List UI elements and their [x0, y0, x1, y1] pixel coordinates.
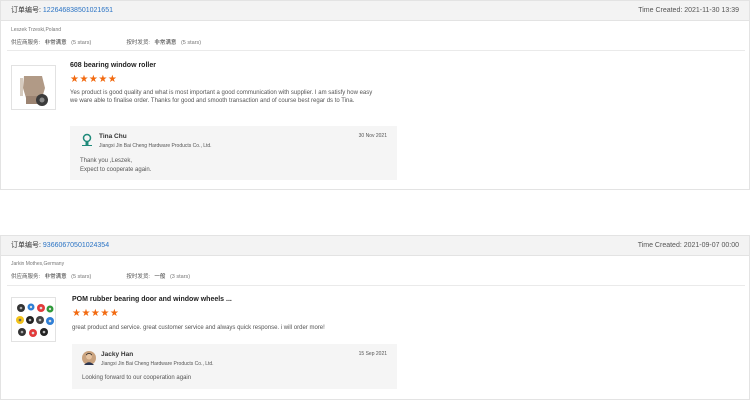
product-rating-stars: ★★★★★ — [72, 308, 120, 319]
reply-company: Jiangxi Jin Bai Cheng Hardware Products … — [99, 143, 212, 149]
supplier-service-stars: (5 stars) — [71, 274, 92, 280]
supplier-reply: Tina Chu Jiangxi Jin Bai Cheng Hardware … — [70, 126, 397, 180]
reply-text-line-1: Thank you ,Leszek, — [80, 158, 133, 164]
buyer-name: Jarkin Mothes,Germany — [11, 261, 65, 267]
order-number: 订单编号: 93660670501024354 — [11, 236, 109, 256]
review-text: Yes product is good quality and what is … — [70, 90, 373, 104]
reply-author-name: Jacky Han — [101, 351, 134, 358]
rating-summary: 供应商服务: 非常满意 (5 stars) 按时发货: 一般 (3 stars) — [11, 272, 193, 280]
product-title[interactable]: 608 bearing window roller — [70, 62, 156, 69]
ontime-value: 非常满意 — [154, 40, 177, 46]
time-created: Time Created: 2021-11-30 13:39 — [638, 7, 739, 14]
supplier-service-value: 非常满意 — [44, 274, 67, 280]
supplier-service-label: 供应商服务: — [11, 274, 41, 280]
order-header: 订单编号: 122646838501021651 Time Created: 2… — [1, 1, 749, 21]
product-thumbnail[interactable] — [11, 65, 56, 110]
divider — [7, 50, 745, 51]
ontime-label: 按时发货: — [126, 274, 150, 280]
product-thumbnail[interactable] — [11, 297, 56, 342]
reply-author-name: Tina Chu — [99, 133, 127, 140]
reply-date: 30 Nov 2021 — [358, 133, 387, 139]
reply-date: 15 Sep 2021 — [358, 351, 387, 357]
order-card-2: 订单编号: 93660670501024354 Time Created: 20… — [0, 235, 750, 400]
ontime-label: 按时发货: — [126, 40, 150, 46]
time-created: Time Created: 2021-09-07 00:00 — [637, 242, 739, 249]
order-number-label: 订单编号: — [11, 7, 41, 14]
supplier-service-label: 供应商服务: — [11, 40, 41, 46]
product-rating-stars: ★★★★★ — [70, 74, 118, 85]
order-number: 订单编号: 122646838501021651 — [11, 1, 113, 21]
order-header: 订单编号: 93660670501024354 Time Created: 20… — [1, 236, 749, 256]
rating-summary: 供应商服务: 非常满意 (5 stars) 按时发货: 非常满意 (5 star… — [11, 38, 204, 46]
ontime-stars: (5 stars) — [180, 40, 202, 46]
reply-company: Jiangxi Jin Bai Cheng Hardware Products … — [101, 361, 214, 367]
window-roller-image — [12, 66, 55, 109]
ontime-stars: (3 stars) — [169, 274, 191, 280]
review-text: great product and service. great custome… — [72, 325, 325, 331]
product-title[interactable]: POM rubber bearing door and window wheel… — [72, 296, 232, 303]
supplier-reply: Jacky Han Jiangxi Jin Bai Cheng Hardware… — [72, 344, 397, 389]
reply-text-line-2: Expect to cooperate again. — [80, 167, 152, 173]
avatar — [82, 351, 96, 365]
supplier-service-value: 非常满意 — [44, 40, 67, 46]
supplier-service-stars: (5 stars) — [71, 40, 92, 46]
divider — [7, 285, 745, 286]
order-card-1: 订单编号: 122646838501021651 Time Created: 2… — [0, 0, 750, 190]
order-number-label: 订单编号: — [11, 242, 41, 249]
rubber-wheels-image — [12, 298, 55, 341]
order-number-link[interactable]: 93660670501024354 — [43, 242, 109, 249]
buyer-name: Leszek Trzeski,Poland — [11, 27, 62, 33]
company-logo-icon — [82, 133, 92, 146]
order-number-link[interactable]: 122646838501021651 — [43, 7, 113, 14]
reply-text-line-1: Looking forward to our cooperation again — [82, 375, 192, 381]
ontime-value: 一般 — [154, 274, 166, 280]
